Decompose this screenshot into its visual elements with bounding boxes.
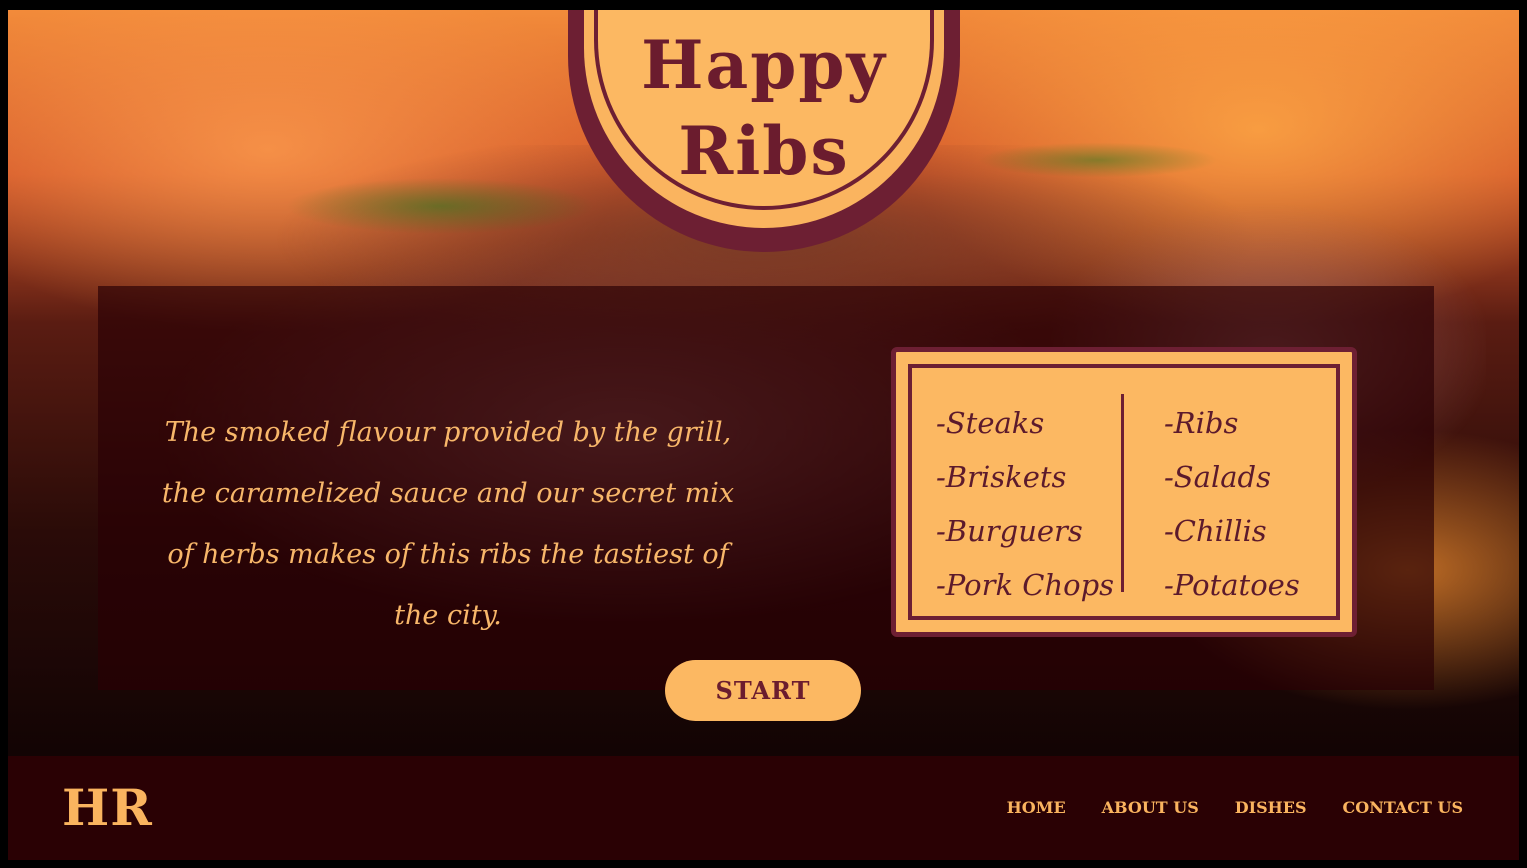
menu-item: -Pork Chops — [936, 568, 1115, 602]
dishes-menu-card: -Steaks -Briskets -Burguers -Pork Chops … — [891, 347, 1357, 637]
menu-item: -Salads — [1164, 460, 1271, 494]
menu-item: -Potatoes — [1164, 568, 1300, 602]
nav-home[interactable]: HOME — [1007, 798, 1066, 817]
menu-item: -Burguers — [936, 514, 1083, 548]
dishes-menu-frame: -Steaks -Briskets -Burguers -Pork Chops … — [908, 364, 1340, 620]
hero-tagline: The smoked flavour provided by the grill… — [161, 417, 735, 631]
menu-item: -Chillis — [1164, 514, 1267, 548]
page: The smoked flavour provided by the grill… — [8, 10, 1519, 860]
menu-item: -Ribs — [1164, 406, 1239, 440]
menu-item: -Steaks — [936, 406, 1045, 440]
footer-navbar: HR HOME ABOUT US DISHES CONTACT US — [8, 756, 1519, 860]
brand-title-line1: Happy — [641, 26, 887, 104]
dishes-column-left: -Steaks -Briskets -Burguers -Pork Chops — [936, 396, 1136, 612]
dishes-column-right: -Ribs -Salads -Chillis -Potatoes — [1164, 396, 1364, 612]
brand-logo-title: Happy Ribs — [568, 22, 960, 194]
menu-divider — [1121, 394, 1124, 592]
nav-contact-us[interactable]: CONTACT US — [1343, 798, 1463, 817]
herbs-garnish — [928, 130, 1268, 190]
menu-item: -Briskets — [936, 460, 1067, 494]
brand-title-line2: Ribs — [678, 112, 850, 190]
main-nav: HOME ABOUT US DISHES CONTACT US — [1007, 798, 1463, 817]
start-button[interactable]: START — [665, 660, 861, 721]
hero-background-image: The smoked flavour provided by the grill… — [8, 10, 1519, 756]
footer-logo[interactable]: HR — [62, 778, 153, 837]
nav-about-us[interactable]: ABOUT US — [1102, 798, 1199, 817]
nav-dishes[interactable]: DISHES — [1235, 798, 1307, 817]
